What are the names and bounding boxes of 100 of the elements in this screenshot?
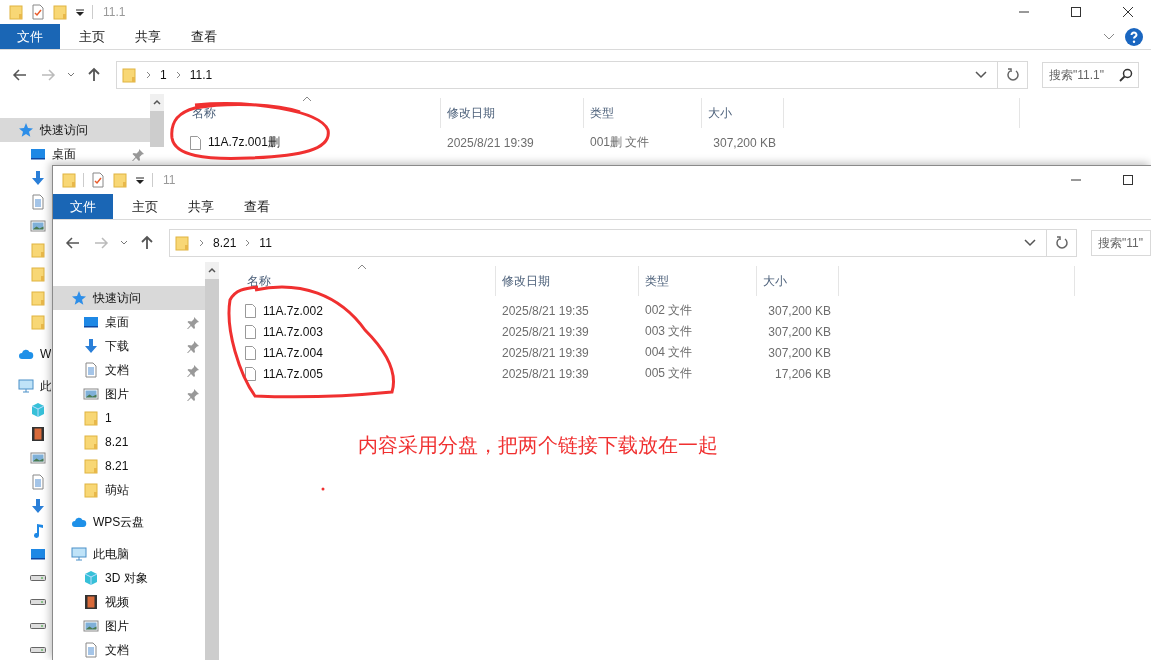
scrollbar[interactable] [150, 94, 164, 147]
ribbon-tab[interactable]: 查看 [176, 24, 232, 49]
film-icon [83, 594, 99, 610]
breadcrumb[interactable]: 11 [259, 236, 272, 250]
nav-item[interactable]: 快速访问 [0, 118, 150, 142]
column-header[interactable]: 修改日期 [496, 266, 639, 296]
folder-icon [174, 235, 190, 251]
file-row[interactable]: 11A.7z.005 2025/8/21 19:39 005 文件 17,206 KB [241, 363, 1151, 384]
nav-item[interactable]: 快速访问 [53, 286, 205, 310]
nav-item[interactable]: 视频 [53, 590, 205, 614]
nav-item[interactable]: 下载 [53, 334, 205, 358]
chevron-icon [244, 238, 252, 248]
column-header[interactable]: 大小 [757, 266, 839, 296]
nav-item[interactable]: 桌面 [53, 310, 205, 334]
help-icon [1125, 27, 1143, 46]
nav-item[interactable]: 1 [53, 406, 205, 430]
nav-label: 桌面 [52, 145, 76, 163]
file-name: 11A.7z.002 [263, 303, 323, 318]
ribbon-tab[interactable]: 查看 [229, 194, 285, 219]
file-row[interactable]: 11A.7z.004 2025/8/21 19:39 004 文件 307,200 KB [241, 342, 1151, 363]
nav-item[interactable]: WPS云盘 [53, 510, 205, 534]
column-header[interactable]: 名称 [241, 266, 496, 296]
column-header[interactable]: 类型 [584, 98, 702, 128]
nav-item[interactable]: 图片 [53, 382, 205, 406]
search-field[interactable]: 搜索"11" [1091, 230, 1151, 256]
folder-icon [83, 482, 99, 498]
file-tab[interactable]: 文件 [0, 24, 60, 49]
pin-icon [185, 315, 199, 329]
ribbon-tab[interactable]: 共享 [120, 24, 176, 49]
column-header[interactable]: 类型 [639, 266, 757, 296]
annotation-dot [321, 487, 325, 491]
star-icon [18, 122, 34, 138]
ribbon-tab[interactable]: 主页 [117, 194, 173, 219]
nav-item[interactable]: 文档 [53, 358, 205, 382]
nav-label: 萌站 [105, 481, 129, 499]
scroll-up-icon [208, 267, 216, 274]
file-tab[interactable]: 文件 [53, 194, 113, 219]
nav-item[interactable]: 萌站 [53, 478, 205, 502]
picture-icon [30, 450, 46, 466]
down-arrow-icon [83, 338, 99, 354]
document-icon [30, 194, 46, 210]
forward-arrow-icon [93, 235, 109, 251]
nav-label: 图片 [105, 385, 129, 403]
nav-label: W [40, 347, 51, 361]
nav-item[interactable]: 8.21 [53, 430, 205, 454]
breadcrumb[interactable]: 11.1 [189, 68, 213, 82]
nav-label: 文档 [105, 361, 129, 379]
back-arrow-icon [65, 235, 81, 251]
monitor-icon [83, 314, 99, 330]
nav-item[interactable]: 3D 对象 [53, 566, 205, 590]
column-header[interactable]: 名称 [186, 98, 441, 128]
size-cell-text: 17,206 KB [773, 366, 832, 381]
ribbon-tab[interactable]: 共享 [173, 194, 229, 219]
nav-label: 图片 [105, 617, 129, 635]
search-field[interactable]: 搜索"11.1" [1042, 62, 1139, 88]
nav-item[interactable]: 桌面 [0, 142, 150, 166]
file-row[interactable]: 11A.7z.001删 2025/8/21 19:39 001删 文件 307,200 KB [186, 132, 1151, 153]
nav-item[interactable]: 文档 [53, 638, 205, 660]
monitor-icon [30, 146, 46, 162]
size-cell-text: 307,200 KB [712, 135, 777, 150]
folder-icon [83, 458, 99, 474]
close-icon [1123, 7, 1133, 17]
file-icon [243, 302, 257, 319]
forward-arrow-icon [40, 67, 56, 83]
star-icon [71, 290, 87, 306]
file-name: 11A.7z.005 [263, 366, 323, 381]
pin-icon [130, 147, 144, 161]
pin-icon [185, 387, 199, 401]
folder-icon [83, 434, 99, 450]
folder-icon [52, 4, 68, 20]
address-bar[interactable]: 1 11.1 [116, 61, 1028, 89]
chevron-icon [145, 70, 152, 80]
nav-item[interactable]: 8.21 [53, 454, 205, 478]
type-cell-text: 001删 文件 [589, 134, 651, 151]
file-row[interactable]: 11A.7z.003 2025/8/21 19:39 003 文件 307,200 KB [241, 321, 1151, 342]
chevron-down-icon [1024, 237, 1036, 249]
column-header[interactable]: 大小 [702, 98, 784, 128]
type-cell-text: 004 文件 [644, 344, 694, 361]
breadcrumb[interactable]: 8.21 [213, 236, 237, 250]
file-row[interactable]: 11A.7z.002 2025/8/21 19:35 002 文件 307,200 KB [241, 300, 1151, 321]
nav-item[interactable]: 此 [0, 374, 51, 398]
cube-icon [83, 570, 99, 586]
nav-label: 快速访问 [93, 289, 141, 307]
address-bar[interactable]: 8.21 11 [169, 229, 1077, 257]
nav-item[interactable]: W [0, 342, 51, 366]
pin-icon [185, 363, 199, 377]
nav-label: 快速访问 [40, 121, 88, 139]
breadcrumb[interactable]: 1 [160, 68, 167, 82]
ribbon-tab[interactable]: 主页 [64, 24, 120, 49]
nav-label: 下载 [105, 337, 129, 355]
maximize-icon [1123, 175, 1133, 185]
nav-item[interactable]: 此电脑 [53, 542, 205, 566]
column-header[interactable]: 修改日期 [441, 98, 584, 128]
maximize-icon [1071, 7, 1081, 17]
scroll-thumb[interactable] [150, 111, 164, 147]
nav-item[interactable]: 图片 [53, 614, 205, 638]
file-name: 11A.7z.004 [263, 345, 323, 360]
annotation-note: 内容采用分盘，把两个链接下载放在一起 [358, 433, 718, 458]
folder-icon [83, 410, 99, 426]
checklist-icon [90, 172, 106, 188]
